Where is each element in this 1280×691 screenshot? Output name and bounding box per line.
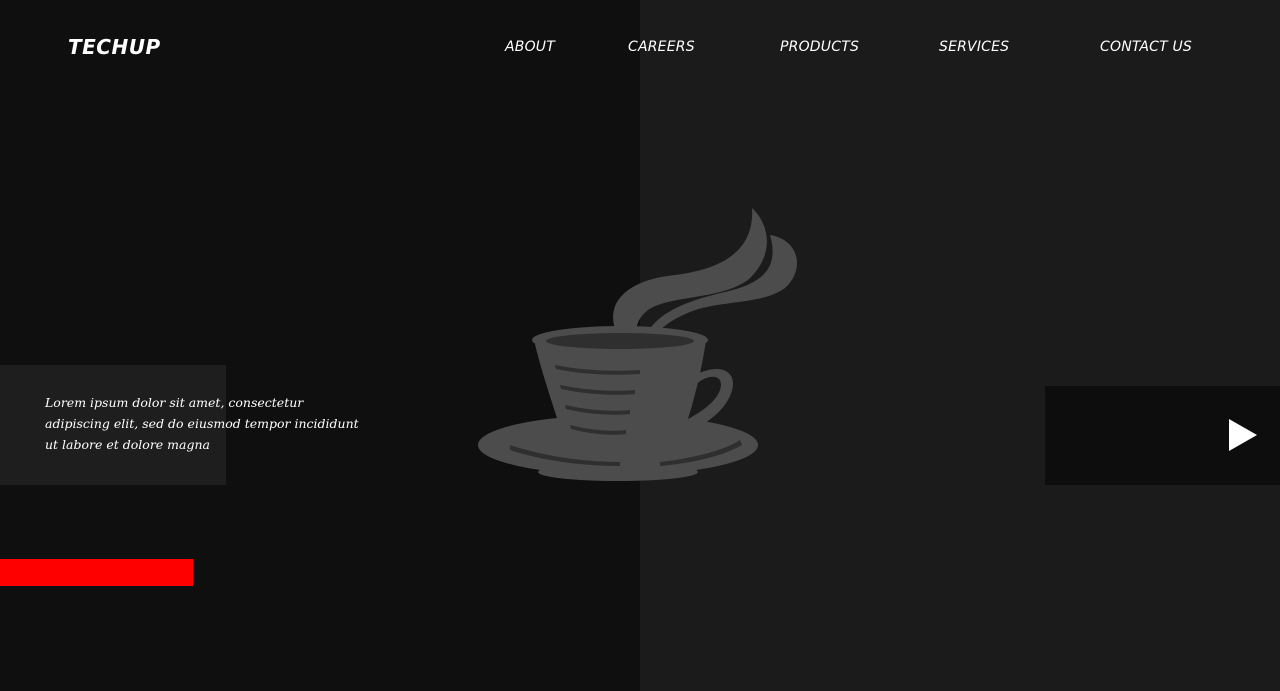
landing-page: TECHUP ABOUT CAREERS PRODUCTS SERVICES C… (0, 0, 1280, 691)
play-video-button[interactable] (1045, 386, 1280, 485)
main-nav: ABOUT CAREERS PRODUCTS SERVICES CONTACT … (0, 39, 1280, 59)
nav-item-careers[interactable]: CAREERS (628, 39, 695, 55)
coffee-cup-icon (478, 208, 797, 481)
nav-item-products[interactable]: PRODUCTS (780, 39, 859, 55)
nav-item-contact-us[interactable]: CONTACT US (1100, 39, 1192, 55)
nav-item-about[interactable]: ABOUT (505, 39, 555, 55)
nav-item-services[interactable]: SERVICES (939, 39, 1009, 55)
cta-button[interactable] (0, 559, 193, 586)
intro-text: Lorem ipsum dolor sit amet, consectetur … (45, 395, 359, 452)
play-icon (1229, 419, 1257, 451)
